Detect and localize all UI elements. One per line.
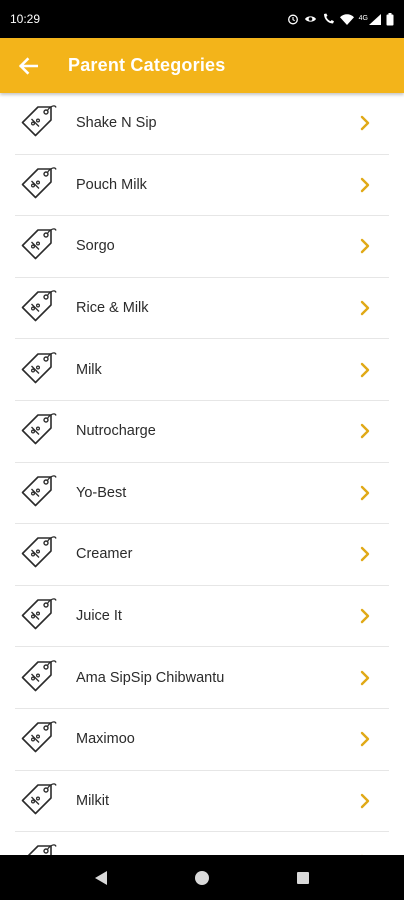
chevron-right-icon [360,547,370,562]
alarm-icon [287,14,298,25]
category-label: Maximoo [76,731,135,748]
status-time: 10:29 [10,12,41,26]
price-tag-icon [17,531,63,577]
category-row[interactable]: Sorgo [15,216,389,278]
category-row[interactable]: Yo-Best [15,463,389,525]
category-label: Nutrocharge [76,423,156,440]
category-label: Ama SipSip Chibwantu [76,669,225,686]
category-row[interactable]: Creamer [15,524,389,586]
chevron-right-icon [360,116,370,131]
category-row[interactable]: Juice It [15,586,389,648]
category-label: Juice It [76,608,122,625]
category-label: Milk [76,361,102,378]
category-label: Milkit [76,792,110,809]
price-tag-icon [17,162,63,208]
category-label: Sorgo [76,238,115,255]
nav-recents-button[interactable] [283,858,323,898]
category-row[interactable]: Milk [15,339,389,401]
category-label: Pouch Milk [76,176,147,193]
chevron-right-icon [360,608,370,624]
chevron-right-icon [360,300,370,316]
chevron-right-icon [360,177,370,193]
status-bar: 10:29 4G [0,0,404,38]
category-label: Rice & Milk [76,300,149,317]
wifi-calling-icon [323,13,334,24]
chevron-right-icon [360,362,370,377]
price-tag-icon [17,839,63,855]
arrow-left-icon [18,56,38,75]
category-row[interactable]: Nutrocharge [15,401,389,463]
category-label: Yo-Best [76,484,127,501]
price-tag-icon [17,716,63,762]
category-row[interactable]: Rice & Milk [15,278,389,340]
price-tag-icon [17,223,63,269]
chevron-right-icon [360,670,370,685]
back-triangle-icon [94,870,107,885]
price-tag-icon [17,655,63,701]
category-row[interactable]: Shake N Sip [15,93,389,155]
system-nav-bar [0,855,404,900]
category-row[interactable] [15,832,389,855]
battery-icon [386,12,394,25]
back-button[interactable] [14,52,42,80]
price-tag-icon [17,470,63,516]
category-row[interactable]: Pouch Milk [15,155,389,217]
price-tag-icon [17,593,63,639]
eye-icon [304,16,316,22]
category-row[interactable]: Milkit [15,771,389,833]
category-label: Shake N Sip [76,115,157,132]
category-label: Creamer [76,546,133,563]
price-tag-icon [17,285,63,331]
recents-square-icon [297,871,310,884]
chevron-right-icon [360,732,370,747]
app-bar: Parent Categories [0,38,404,93]
chevron-right-icon [360,424,370,439]
price-tag-icon [17,347,63,393]
category-row[interactable]: Ama SipSip Chibwantu [15,647,389,709]
price-tag-icon [17,100,63,146]
chevron-right-icon [360,793,370,809]
nav-back-button[interactable] [81,858,121,898]
category-row[interactable]: Maximoo [15,709,389,771]
page-title: Parent Categories [68,55,226,75]
status-icons: 4G [287,12,394,26]
category-list[interactable]: Shake N Sip Pouch Milk Sorgo Rice & Milk… [0,93,404,855]
network-type-label: 4G [358,14,368,22]
price-tag-icon [17,778,63,824]
signal-icon [369,13,381,25]
wifi-icon [339,13,354,25]
nav-home-button[interactable] [182,858,222,898]
price-tag-icon [17,408,63,454]
home-circle-icon [194,870,209,885]
chevron-right-icon [360,239,370,254]
chevron-right-icon [360,485,370,501]
